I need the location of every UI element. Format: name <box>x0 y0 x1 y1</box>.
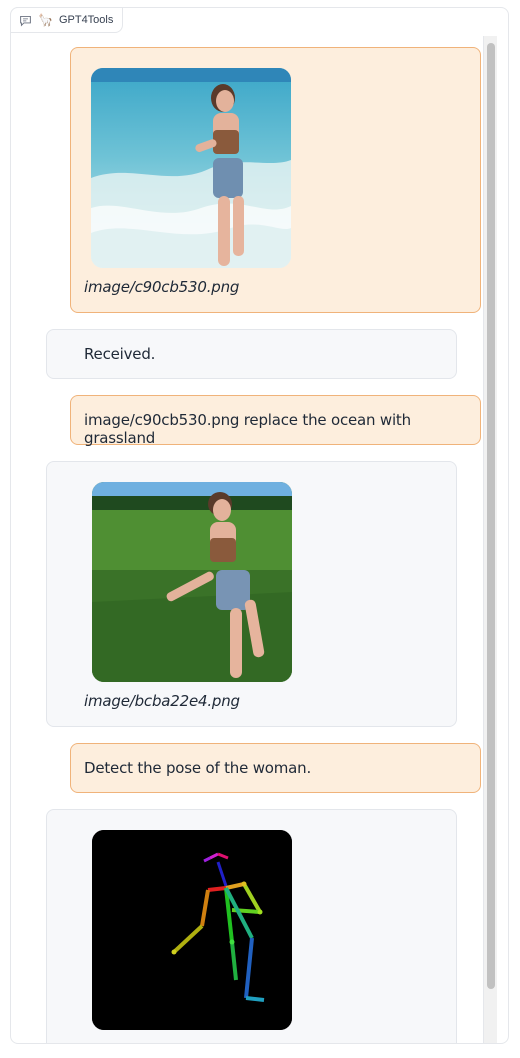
chat-history[interactable]: image/c90cb530.png Received. image/c90cb… <box>12 36 483 1043</box>
user-message-text-2: Detect the pose of the woman. <box>70 743 481 793</box>
chatbot-label: 🦙 GPT4Tools <box>10 7 124 33</box>
bot-message-image-2 <box>46 809 457 1043</box>
bot-message-image-1: image/bcba22e4.png <box>46 461 457 727</box>
chat-scrollbar[interactable] <box>483 36 497 1043</box>
message-text: Received. <box>84 345 156 363</box>
app-title: GPT4Tools <box>58 14 114 26</box>
llama-icon: 🦙 <box>38 13 53 27</box>
chat-bubble-icon <box>19 14 32 27</box>
message-text: image/c90cb530.png replace the ocean wit… <box>84 411 411 447</box>
bot-message-text-1: Received. <box>46 329 457 379</box>
image-caption: image/c90cb530.png <box>84 278 240 296</box>
scrollbar-thumb[interactable] <box>487 43 495 989</box>
image-caption: image/bcba22e4.png <box>84 692 240 710</box>
chatbot-panel: image/c90cb530.png Received. image/c90cb… <box>10 7 509 1044</box>
user-message-text-1: image/c90cb530.png replace the ocean wit… <box>70 395 481 447</box>
grassland-photo[interactable] <box>92 482 292 682</box>
pose-image[interactable] <box>92 830 292 1030</box>
message-text: Detect the pose of the woman. <box>84 759 312 777</box>
user-message-image-1: image/c90cb530.png <box>70 47 481 313</box>
beach-photo[interactable] <box>91 68 291 268</box>
